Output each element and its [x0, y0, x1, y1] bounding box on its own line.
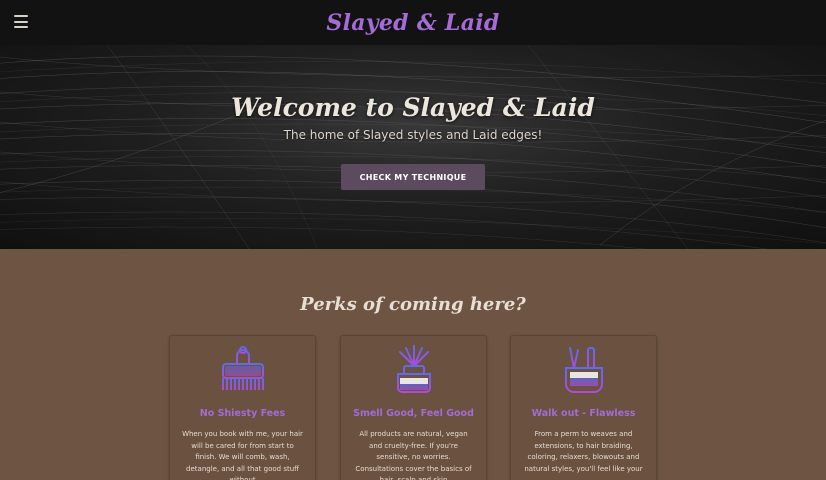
hero-title: Welcome to Slayed & Laid — [231, 93, 595, 122]
card-text: All products are natural, vegan and crue… — [355, 430, 472, 480]
hero-subtitle: The home of Slayed styles and Laid edges… — [283, 128, 543, 142]
perks-title: Perks of coming here? — [300, 294, 526, 315]
card-title: Walk out - Flawless — [531, 408, 636, 419]
card-text: When you book with me, your hair will be… — [182, 430, 303, 480]
brand-logo[interactable]: Slayed & Laid — [326, 10, 499, 36]
hero-section: Welcome to Slayed & Laid The home of Sla… — [0, 45, 826, 249]
perk-card-flawless: Walk out - Flawless From a perm to weave… — [510, 335, 657, 480]
hero-content: Welcome to Slayed & Laid The home of Sla… — [0, 45, 826, 249]
hamburger-menu-icon[interactable] — [14, 15, 28, 28]
navbar: Slayed & Laid — [0, 0, 826, 45]
card-title: Smell Good, Feel Good — [353, 408, 474, 419]
diffuser-icon — [396, 345, 431, 393]
perk-card-fees: No Shiesty Fees When you book with me, y… — [169, 335, 316, 480]
perks-section: Perks of coming here? No Shiesty Fees Wh… — [0, 249, 826, 480]
check-my-technique-button[interactable]: CHECK MY TECHNIQUE — [341, 164, 485, 190]
perk-card-smell-good: Smell Good, Feel Good All products are n… — [340, 335, 487, 480]
card-title: No Shiesty Fees — [199, 408, 286, 419]
card-text: From a perm to weaves and extensions, to… — [524, 430, 643, 473]
hair-tools-icon — [564, 345, 603, 393]
comb-icon — [221, 346, 264, 390]
